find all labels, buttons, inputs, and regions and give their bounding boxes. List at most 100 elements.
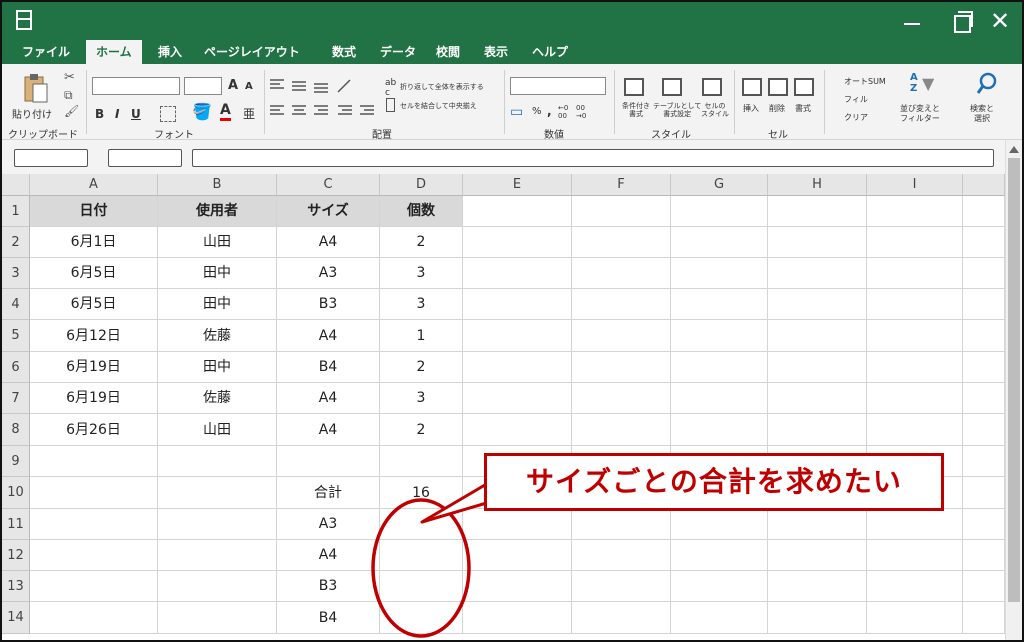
filter-funnel-icon[interactable]: ▼ bbox=[922, 74, 934, 93]
tab-file[interactable]: ファイル bbox=[22, 40, 70, 64]
insert-cells-button[interactable]: 挿入 bbox=[743, 103, 759, 114]
column-header-partial[interactable] bbox=[963, 174, 1005, 196]
row-header-4[interactable]: 4 bbox=[2, 289, 30, 320]
tab-formulas[interactable]: 数式 bbox=[332, 40, 356, 64]
delete-cells-icon[interactable] bbox=[768, 78, 788, 96]
formula-buttons[interactable] bbox=[108, 149, 182, 167]
cell-d2[interactable]: 2 bbox=[380, 227, 463, 258]
delete-cells-button[interactable]: 削除 bbox=[769, 103, 785, 114]
cell-h14[interactable] bbox=[768, 602, 867, 634]
cell-b11[interactable] bbox=[158, 509, 277, 540]
cell-h4[interactable] bbox=[768, 289, 867, 320]
phonetic-button[interactable]: 亜 bbox=[243, 105, 255, 122]
row-header-8[interactable]: 8 bbox=[2, 414, 30, 446]
clear-button[interactable]: クリア bbox=[844, 112, 868, 123]
currency-icon[interactable]: ▭ bbox=[510, 104, 523, 120]
cell-c14[interactable]: B4 bbox=[277, 602, 380, 634]
cell-j9[interactable] bbox=[963, 446, 1005, 477]
cell-b12[interactable] bbox=[158, 540, 277, 571]
cell-g12[interactable] bbox=[671, 540, 768, 571]
cell-f2[interactable] bbox=[572, 227, 671, 258]
cell-g4[interactable] bbox=[671, 289, 768, 320]
cell-f5[interactable] bbox=[572, 320, 671, 352]
cell-e5[interactable] bbox=[463, 320, 572, 352]
cell-j13[interactable] bbox=[963, 571, 1005, 602]
tab-page-layout[interactable]: ページレイアウト bbox=[204, 40, 300, 64]
number-format-box[interactable] bbox=[510, 77, 606, 95]
formula-input[interactable] bbox=[192, 149, 994, 167]
copy-icon[interactable]: ⧉ bbox=[64, 88, 73, 103]
cell-h3[interactable] bbox=[768, 258, 867, 289]
cell-e7[interactable] bbox=[463, 383, 572, 414]
cell-j14[interactable] bbox=[963, 602, 1005, 634]
cell-g14[interactable] bbox=[671, 602, 768, 634]
cell-a14[interactable] bbox=[30, 602, 158, 634]
insert-cells-icon[interactable] bbox=[742, 78, 762, 96]
row-header-12[interactable]: 12 bbox=[2, 540, 30, 571]
cell-d13[interactable] bbox=[380, 571, 463, 602]
cell-a12[interactable] bbox=[30, 540, 158, 571]
cell-a3[interactable]: 6月5日 bbox=[30, 258, 158, 289]
cell-e1[interactable] bbox=[463, 196, 572, 227]
cell-d5[interactable]: 1 bbox=[380, 320, 463, 352]
cell-b13[interactable] bbox=[158, 571, 277, 602]
cell-c9[interactable] bbox=[277, 446, 380, 477]
cell-a1[interactable]: 日付 bbox=[30, 196, 158, 227]
cell-b5[interactable]: 佐藤 bbox=[158, 320, 277, 352]
cell-i11[interactable] bbox=[867, 509, 963, 540]
format-painter-icon[interactable]: 🖌 bbox=[64, 104, 79, 118]
font-color-button[interactable]: A bbox=[220, 102, 231, 121]
cell-i14[interactable] bbox=[867, 602, 963, 634]
cell-j11[interactable] bbox=[963, 509, 1005, 540]
wrap-icon[interactable]: ab c bbox=[385, 78, 396, 98]
italic-button[interactable]: I bbox=[115, 107, 119, 121]
cell-h7[interactable] bbox=[768, 383, 867, 414]
minimize-button[interactable] bbox=[894, 6, 930, 36]
underline-button[interactable]: U bbox=[131, 107, 141, 121]
vertical-scrollbar[interactable] bbox=[1005, 140, 1022, 640]
cell-e14[interactable] bbox=[463, 602, 572, 634]
cell-j10[interactable] bbox=[963, 477, 1005, 509]
cell-g8[interactable] bbox=[671, 414, 768, 446]
row-header-14[interactable]: 14 bbox=[2, 602, 30, 634]
sort-filter-icon[interactable]: AZ bbox=[910, 72, 918, 94]
column-header-f[interactable]: F bbox=[572, 174, 671, 196]
cell-e13[interactable] bbox=[463, 571, 572, 602]
cut-icon[interactable]: ✂ bbox=[64, 70, 75, 85]
scroll-thumb[interactable] bbox=[1008, 158, 1020, 602]
row-header-3[interactable]: 3 bbox=[2, 258, 30, 289]
cell-e11[interactable] bbox=[463, 509, 572, 540]
cell-g13[interactable] bbox=[671, 571, 768, 602]
cell-i1[interactable] bbox=[867, 196, 963, 227]
format-cells-button[interactable]: 書式 bbox=[795, 103, 811, 114]
cell-d4[interactable]: 3 bbox=[380, 289, 463, 320]
cell-e3[interactable] bbox=[463, 258, 572, 289]
merge-center-button[interactable]: セルを結合して中央揃え bbox=[400, 101, 477, 111]
cell-h13[interactable] bbox=[768, 571, 867, 602]
cell-h1[interactable] bbox=[768, 196, 867, 227]
cell-b6[interactable]: 田中 bbox=[158, 352, 277, 383]
cell-d9[interactable] bbox=[380, 446, 463, 477]
increase-decimal-button[interactable]: ←0 00 bbox=[558, 104, 568, 120]
paste-label[interactable]: 貼り付け bbox=[12, 106, 52, 121]
cell-i5[interactable] bbox=[867, 320, 963, 352]
cell-d8[interactable]: 2 bbox=[380, 414, 463, 446]
cell-styles-icon[interactable] bbox=[702, 78, 722, 96]
sort-filter-button[interactable]: 並び変えと フィルター bbox=[900, 104, 940, 124]
conditional-format-icon[interactable] bbox=[624, 78, 644, 96]
cell-h11[interactable] bbox=[768, 509, 867, 540]
cell-f14[interactable] bbox=[572, 602, 671, 634]
row-header-9[interactable]: 9 bbox=[2, 446, 30, 477]
scroll-up-icon[interactable] bbox=[1009, 146, 1019, 153]
cell-e2[interactable] bbox=[463, 227, 572, 258]
cell-d12[interactable] bbox=[380, 540, 463, 571]
cell-j4[interactable] bbox=[963, 289, 1005, 320]
maximize-button[interactable] bbox=[942, 6, 978, 36]
cell-g2[interactable] bbox=[671, 227, 768, 258]
cell-h8[interactable] bbox=[768, 414, 867, 446]
wrap-text-button[interactable]: 折り返して全体を表示する bbox=[400, 82, 484, 92]
column-header-d[interactable]: D bbox=[380, 174, 463, 196]
cell-h12[interactable] bbox=[768, 540, 867, 571]
row-header-7[interactable]: 7 bbox=[2, 383, 30, 414]
shrink-font-button[interactable]: A bbox=[245, 81, 253, 92]
